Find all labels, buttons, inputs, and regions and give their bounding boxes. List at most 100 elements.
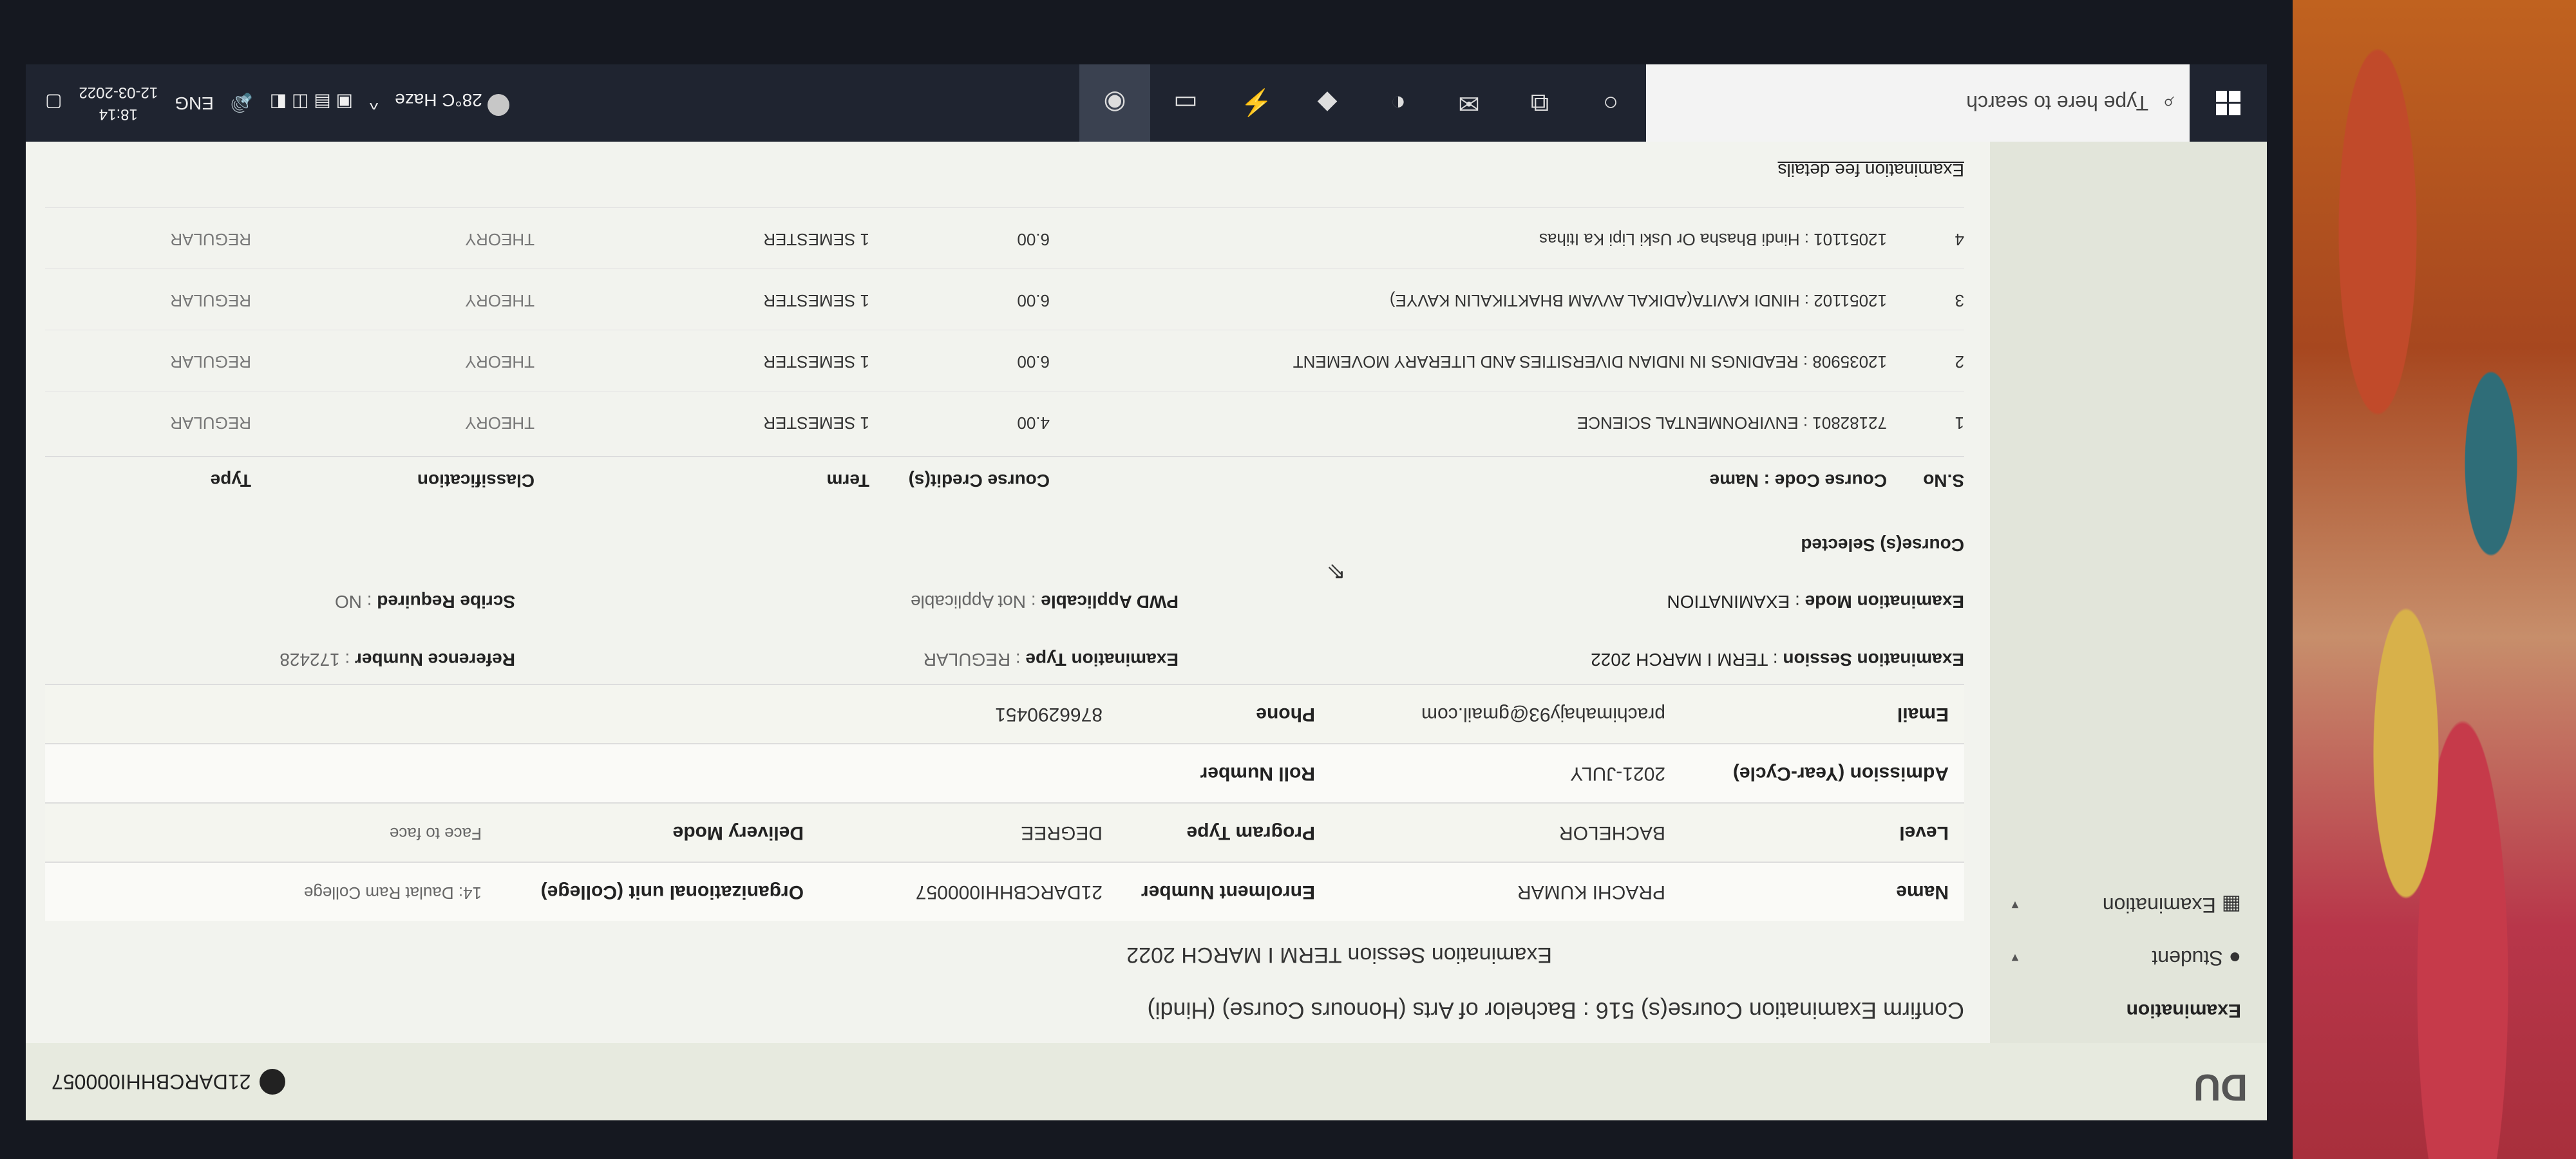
session-heading: Examination Session TERM I MARCH 2022: [1126, 943, 1552, 967]
cortana-icon[interactable]: ○: [1575, 64, 1646, 142]
course-credits: 6.00: [1017, 291, 1050, 310]
course-name: 12035908 : READINGS IN INDIAN DIVERSITIE…: [1293, 352, 1887, 372]
pwd-label: PWD Applicable: [1041, 592, 1179, 612]
reference-value: : 172428: [279, 650, 350, 670]
course-classification: THEORY: [465, 413, 535, 433]
clock-time: 18:14: [99, 106, 138, 123]
patterned-cloth: [2293, 0, 2576, 1159]
sidebar: Examination ● Student ▼ ▦ Examination ▼: [1989, 64, 2267, 1043]
course-type: REGULAR: [170, 230, 251, 249]
user-id: 21DARCBHHI000057: [52, 1070, 251, 1094]
col-course: Course Code : Name: [1709, 471, 1887, 491]
user-menu[interactable]: 21DARCBHHI000057: [52, 1069, 286, 1095]
table-row: 1 72182801 : ENVIRONMENTAL SCIENCE 4.00 …: [45, 391, 1964, 451]
clock-date: 12-03-2022: [79, 84, 158, 101]
course-term: 1 SEMESTER: [763, 413, 869, 433]
user-icon: [260, 1069, 286, 1095]
program-value: DEGREE: [1021, 822, 1103, 843]
email-value: prachimahajy93@gmail.com: [1421, 704, 1665, 725]
tray-icons[interactable]: ▣ ▤ ◫ ◧: [270, 93, 353, 114]
course-credits: 4.00: [1017, 413, 1050, 433]
caret-down-icon: ▼: [2009, 952, 2021, 965]
course-name: 72182801 : ENVIRONMENTAL SCIENCE: [1577, 413, 1887, 433]
notification-icon[interactable]: ▢: [45, 93, 62, 114]
table-row: 2 12035908 : READINGS IN INDIAN DIVERSIT…: [45, 330, 1964, 390]
program-label: Program Type: [1186, 822, 1316, 843]
tray-expand-icon[interactable]: ^: [370, 93, 378, 113]
level-value: BACHELOR: [1558, 822, 1665, 843]
col-type: Type: [210, 471, 251, 491]
exam-mode-label: Examination Mode: [1804, 592, 1964, 612]
exam-mode-line: Examination Mode : EXAMINATION PWD Appli…: [45, 591, 1964, 612]
photo-background: DU 21DARCBHHI000057 Examination ● Studen…: [0, 0, 2576, 1159]
exam-type-label: Examination Type: [1025, 650, 1179, 670]
course-type: REGULAR: [170, 291, 251, 310]
col-credits: Course Credit(s): [908, 471, 1050, 491]
col-term: Term: [826, 471, 869, 491]
roll-label: Roll Number: [1200, 763, 1315, 784]
reference-label: Reference Number: [355, 650, 515, 670]
roll-value: [819, 744, 1103, 802]
enrolment-label: Enrolment Number: [1141, 881, 1315, 903]
exam-mode-value: : EXAMINATION: [1667, 592, 1800, 612]
dropbox-icon[interactable]: ◆: [1292, 64, 1363, 142]
course-term: 1 SEMESTER: [763, 352, 869, 372]
task-view-icon[interactable]: ⧉: [1504, 64, 1575, 142]
course-name: 12051101 : Hindi Bhasha Or Uski Lipi Ka …: [1539, 230, 1887, 249]
exam-icon: ▦: [2221, 894, 2241, 917]
sidebar-item-label: Student: [2152, 947, 2223, 970]
exam-type-value: : REGULAR: [923, 650, 1021, 670]
level-label: Level: [1899, 822, 1949, 843]
laptop-bezel: DU 21DARCBHHI000057 Examination ● Studen…: [0, 0, 2293, 1159]
mail-icon[interactable]: ✉: [1434, 64, 1504, 142]
sidebar-item-examination[interactable]: ▦ Examination ▼: [1990, 879, 2267, 932]
exam-session-value: : TERM I MARCH 2022: [1591, 650, 1778, 670]
caret-down-icon: ▼: [2009, 899, 2021, 912]
scribe-value: : NO: [334, 592, 372, 612]
top-header: DU 21DARCBHHI000057: [26, 1042, 2267, 1120]
browser-display: DU 21DARCBHHI000057 Examination ● Studen…: [26, 64, 2267, 1120]
enrolment-value: 21DARCBHHI000057: [915, 881, 1103, 903]
main-content: Confirm Examination Course(s) 516 : Bach…: [26, 142, 1990, 1043]
chrome-icon[interactable]: ◉: [1079, 64, 1150, 142]
exam-session-line: Examination Session : TERM I MARCH 2022 …: [45, 649, 1964, 670]
sidebar-item-student[interactable]: ● Student ▼: [1990, 932, 2267, 984]
edge-icon[interactable]: ◐: [1363, 64, 1434, 142]
admission-label: Admission (Year-Cycle): [1732, 763, 1949, 784]
table-row: 4 12051101 : Hindi Bhasha Or Uski Lipi K…: [45, 207, 1964, 267]
sidebar-heading: Examination: [2126, 1000, 2241, 1021]
info-row: Admission (Year-Cycle) 2021-JULY Roll Nu…: [45, 743, 1964, 802]
exam-session-label: Examination Session: [1783, 650, 1964, 670]
language-indicator[interactable]: ENG: [175, 93, 214, 113]
exam-fee-link[interactable]: Examination fee details: [1777, 160, 1964, 180]
delivery-value: Face to face: [389, 824, 482, 843]
info-row: Level BACHELOR Program Type DEGREE Deliv…: [45, 802, 1964, 862]
file-explorer-icon[interactable]: ▭: [1150, 64, 1221, 142]
col-classification: Classification: [417, 471, 535, 491]
course-sno: 3: [1955, 291, 1964, 310]
course-classification: THEORY: [465, 291, 535, 310]
windows-icon: [2216, 91, 2240, 115]
course-type: REGULAR: [170, 413, 251, 433]
taskbar-search[interactable]: ⌕ Type here to search: [1646, 64, 2190, 142]
admission-value: 2021-JULY: [1570, 763, 1665, 784]
app-icon[interactable]: ⚡: [1221, 64, 1292, 142]
clock[interactable]: 18:14 12-03-2022: [79, 81, 158, 125]
delivery-label: Delivery Mode: [672, 822, 804, 843]
course-credits: 6.00: [1017, 230, 1050, 249]
weather-widget[interactable]: 28°C Haze: [395, 90, 509, 117]
page-title: Confirm Examination Course(s) 516 : Bach…: [1147, 997, 1964, 1024]
volume-icon[interactable]: 🔊: [231, 93, 253, 114]
name-label: Name: [1896, 881, 1949, 903]
start-button[interactable]: [2190, 64, 2267, 142]
mouse-cursor-icon: ⇖: [1326, 560, 1346, 586]
person-icon: ●: [2228, 947, 2241, 970]
sidebar-item-label: Examination: [2102, 894, 2216, 917]
course-sno: 2: [1955, 352, 1964, 372]
screen-rotated: DU 21DARCBHHI000057 Examination ● Studen…: [0, 0, 2293, 1159]
org-label: Organizational unit (College): [540, 881, 804, 903]
course-classification: THEORY: [465, 230, 535, 249]
scribe-label: Scribe Required: [377, 592, 515, 612]
pwd-value: : Not Applicable: [910, 592, 1036, 612]
phone-value: 8766290451: [995, 704, 1103, 725]
